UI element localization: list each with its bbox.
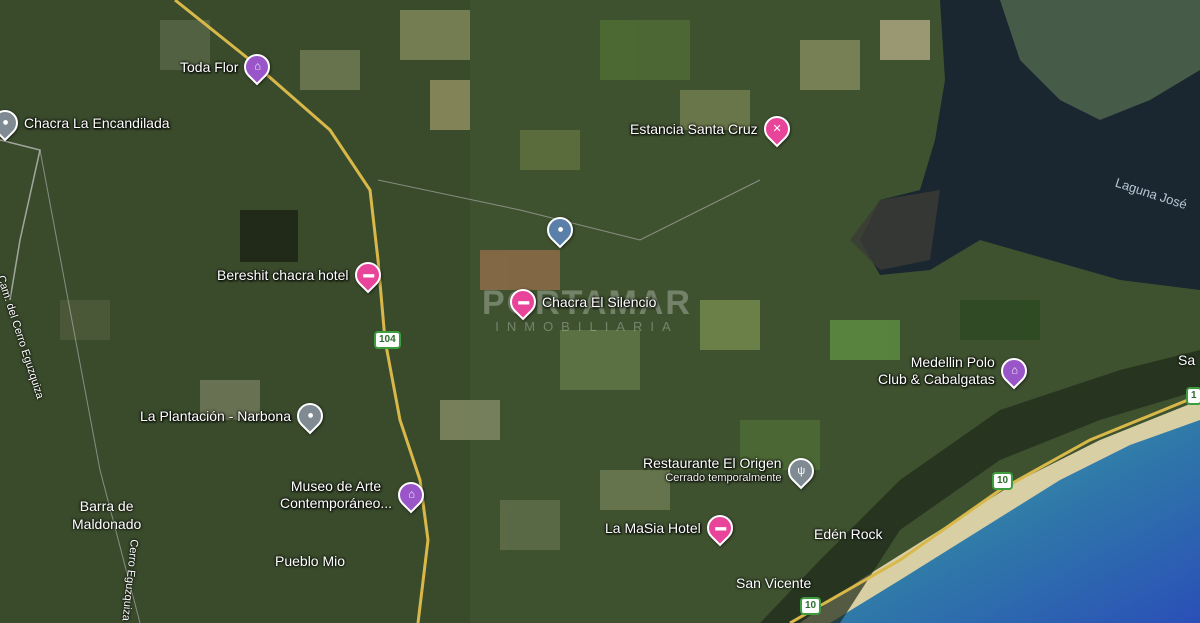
poi-label-line1: Museo de Arte	[290, 478, 382, 494]
poi-medellin-polo[interactable]: Medellin Polo Club & Cabalgatas ⌂	[878, 352, 1033, 390]
pin-icon: ●	[541, 211, 579, 249]
poi-la-plantacion[interactable]: La Plantación - Narbona ●	[140, 397, 329, 435]
place-san-vicente[interactable]: San Vicente	[736, 575, 811, 591]
poi-unnamed-marker[interactable]: ●	[541, 211, 579, 249]
poi-restaurante-el-origen[interactable]: Restaurante El Origen Cerrado temporalme…	[643, 452, 819, 490]
bed-icon: ▬	[701, 509, 739, 547]
poi-label: Chacra El Silencio	[542, 294, 657, 310]
poi-label: Restaurante El Origen Cerrado temporalme…	[643, 456, 782, 486]
tools-icon: ✕	[758, 110, 796, 148]
place-eden-rock[interactable]: Edén Rock	[814, 526, 882, 542]
poi-chacra-el-silencio[interactable]: ▬ Chacra El Silencio	[504, 283, 657, 321]
landmark-icon: ⌂	[238, 48, 276, 86]
poi-label: Museo de Arte Contemporáneo...	[280, 478, 392, 512]
place-label-line1: Barra de	[79, 498, 134, 514]
landmark-icon: ⌂	[995, 352, 1033, 390]
bed-icon: ▬	[349, 256, 386, 294]
fork-knife-icon: ψ	[782, 452, 819, 490]
poi-museo-arte[interactable]: Museo de Arte Contemporáneo... ⌂	[280, 476, 430, 514]
place-barra-de-maldonado[interactable]: Barra de Maldonado	[72, 497, 141, 533]
poi-label: Toda Flor	[180, 59, 239, 75]
poi-label: La Plantación - Narbona	[140, 408, 291, 424]
place-pueblo-mio[interactable]: Pueblo Mio	[275, 553, 345, 569]
poi-label: Chacra La Encandilada	[24, 115, 170, 131]
route-shield-edge: 1	[1186, 387, 1200, 405]
route-10-shield-2: 10	[800, 597, 822, 615]
pin-icon: ●	[291, 397, 329, 435]
route-10-shield: 10	[992, 472, 1014, 490]
pin-icon: ●	[0, 104, 24, 142]
poi-la-masia-hotel[interactable]: La MaSia Hotel ▬	[605, 509, 739, 547]
place-label-line2: Maldonado	[72, 516, 142, 532]
poi-label: La MaSia Hotel	[605, 520, 701, 536]
poi-label-line1: Restaurante El Origen	[643, 455, 782, 471]
poi-label: Estancia Santa Cruz	[630, 121, 758, 137]
poi-label-line2: Club & Cabalgatas	[878, 371, 995, 387]
bed-icon: ▬	[504, 283, 542, 321]
poi-label-line1: Medellin Polo	[910, 354, 995, 370]
poi-label: Bereshit chacra hotel	[217, 267, 349, 283]
route-104-shield: 104	[374, 331, 401, 349]
poi-label: Medellin Polo Club & Cabalgatas	[878, 354, 995, 388]
landmark-icon: ⌂	[392, 476, 430, 514]
poi-bereshit-hotel[interactable]: Bereshit chacra hotel ▬	[217, 256, 386, 294]
poi-estancia-santa-cruz[interactable]: Estancia Santa Cruz ✕	[630, 110, 796, 148]
poi-status: Cerrado temporalmente	[665, 472, 782, 484]
poi-label-line2: Contemporáneo...	[280, 495, 393, 511]
poi-toda-flor[interactable]: Toda Flor ⌂	[180, 48, 276, 86]
place-partial-label[interactable]: Sa	[1178, 352, 1195, 368]
map-canvas[interactable]: PORTAMAR INMOBILIARIA 104 10 10 1 Toda F…	[0, 0, 1200, 623]
poi-chacra-encandilada[interactable]: ● Chacra La Encandilada	[0, 104, 170, 142]
